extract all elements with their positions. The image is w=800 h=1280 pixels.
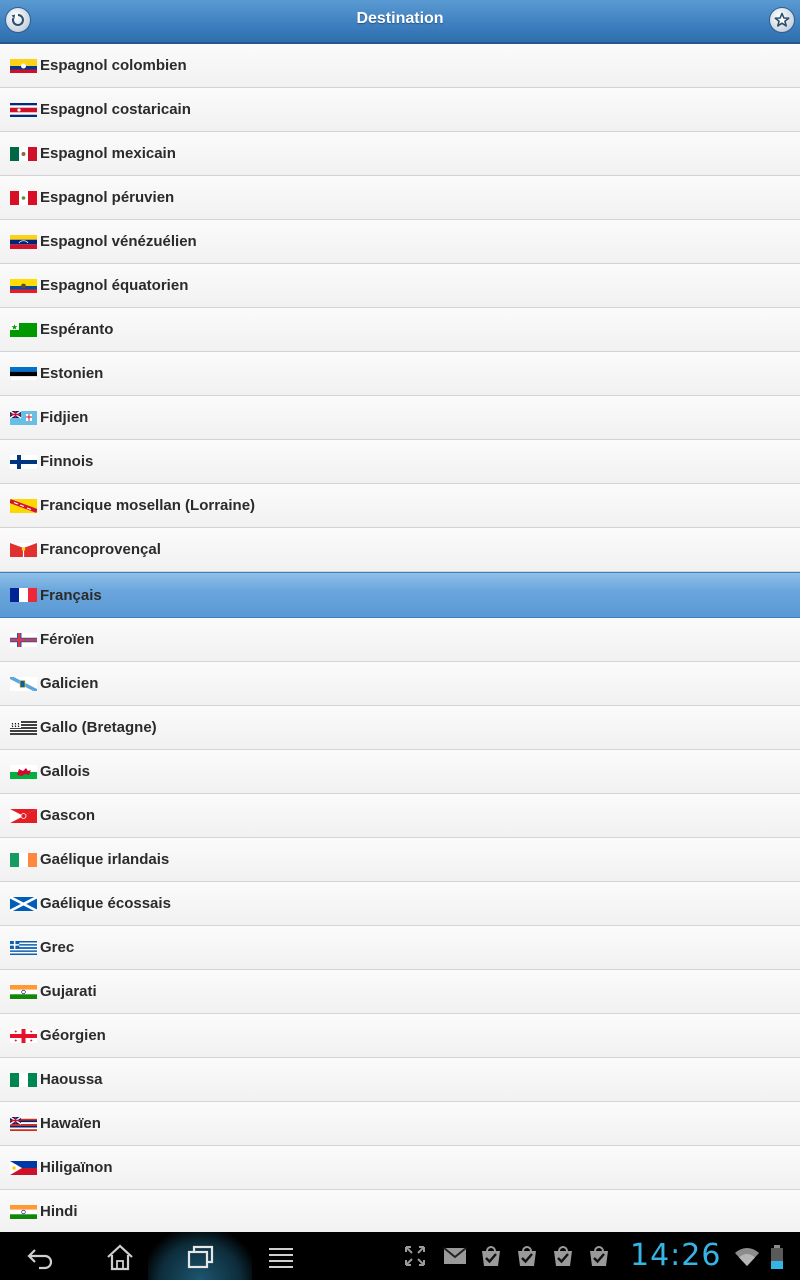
list-item[interactable]: Géorgien bbox=[0, 1014, 800, 1058]
language-label: Gallo (Bretagne) bbox=[40, 719, 157, 736]
nigeria-flag-icon bbox=[10, 1072, 37, 1087]
list-item[interactable]: Fidjien bbox=[0, 396, 800, 440]
scotland-flag-icon bbox=[10, 896, 37, 911]
page-title: Destination bbox=[356, 10, 444, 27]
expand-icon[interactable] bbox=[403, 1244, 427, 1268]
language-label: Gaélique écossais bbox=[40, 895, 171, 912]
language-label: Grec bbox=[40, 939, 75, 956]
recent-apps-icon[interactable] bbox=[185, 1242, 215, 1272]
list-item[interactable]: Gujarati bbox=[0, 970, 800, 1014]
list-item[interactable]: Espagnol équatorien bbox=[0, 264, 800, 308]
list-item[interactable]: Hawaïen bbox=[0, 1102, 800, 1146]
list-item[interactable]: Francique mosellan (Lorraine) bbox=[0, 484, 800, 528]
list-item[interactable]: Gallo (Bretagne) bbox=[0, 706, 800, 750]
hawaii-flag-icon bbox=[10, 1116, 37, 1131]
list-item[interactable]: Espagnol vénézuélien bbox=[0, 220, 800, 264]
list-item[interactable]: Galicien bbox=[0, 662, 800, 706]
ecuador-flag-icon bbox=[10, 278, 37, 293]
language-label: Gascon bbox=[40, 807, 96, 824]
colombia-flag-icon bbox=[10, 58, 37, 73]
india-flag-icon bbox=[10, 1204, 37, 1219]
language-label: Finnois bbox=[40, 453, 94, 470]
list-item[interactable]: Gaélique écossais bbox=[0, 882, 800, 926]
list-item[interactable]: Espagnol costaricain bbox=[0, 88, 800, 132]
list-item[interactable]: Espagnol colombien bbox=[0, 44, 800, 88]
greece-flag-icon bbox=[10, 940, 37, 955]
language-label: Féroïen bbox=[40, 631, 95, 648]
list-item[interactable]: Gallois bbox=[0, 750, 800, 794]
language-label: Haoussa bbox=[40, 1071, 103, 1088]
battery-icon bbox=[764, 1244, 790, 1270]
georgia-flag-icon bbox=[10, 1028, 37, 1043]
list-item[interactable]: Espagnol péruvien bbox=[0, 176, 800, 220]
list-item[interactable]: Grec bbox=[0, 926, 800, 970]
list-item[interactable]: Estonien bbox=[0, 352, 800, 396]
philippines-flag-icon bbox=[10, 1160, 37, 1175]
language-label: Espagnol mexicain bbox=[40, 145, 176, 162]
list-item[interactable]: Féroïen bbox=[0, 618, 800, 662]
system-navigation-bar: 14:26 bbox=[0, 1232, 800, 1280]
language-label: Espagnol péruvien bbox=[40, 189, 175, 206]
language-label: Hindi bbox=[40, 1203, 78, 1220]
ireland-flag-icon bbox=[10, 852, 37, 867]
lorraine-flag-icon bbox=[10, 498, 37, 513]
france-flag-icon bbox=[10, 588, 37, 602]
language-label: Espéranto bbox=[40, 321, 114, 338]
list-item[interactable]: Gaélique irlandais bbox=[0, 838, 800, 882]
language-label: Hiligaïnon bbox=[40, 1159, 113, 1176]
language-label: Espagnol costaricain bbox=[40, 101, 191, 118]
clock[interactable]: 14:26 bbox=[630, 1236, 734, 1276]
language-label: Espagnol équatorien bbox=[40, 277, 189, 294]
galicia-flag-icon bbox=[10, 676, 37, 691]
language-label: Hawaïen bbox=[40, 1115, 101, 1132]
list-item[interactable]: Francoprovençal bbox=[0, 528, 800, 572]
list-item[interactable]: Gascon bbox=[0, 794, 800, 838]
list-item[interactable]: Finnois bbox=[0, 440, 800, 484]
language-label: Gujarati bbox=[40, 983, 97, 1000]
language-list[interactable]: Espagnol colombien Espagnol costaricain Es… bbox=[0, 44, 800, 1232]
fiji-flag-icon bbox=[10, 410, 37, 425]
list-item[interactable]: Haoussa bbox=[0, 1058, 800, 1102]
back-nav-icon[interactable] bbox=[25, 1242, 55, 1272]
language-label: Fidjien bbox=[40, 409, 89, 426]
wales-flag-icon bbox=[10, 764, 37, 779]
language-label: Espagnol colombien bbox=[40, 57, 187, 74]
gmail-icon[interactable] bbox=[443, 1244, 467, 1268]
list-item[interactable]: Espéranto bbox=[0, 308, 800, 352]
language-label: Géorgien bbox=[40, 1027, 106, 1044]
language-label: Espagnol vénézuélien bbox=[40, 233, 197, 250]
language-label: Galicien bbox=[40, 675, 99, 692]
list-item-selected[interactable]: Français bbox=[0, 572, 800, 618]
market-icon[interactable] bbox=[587, 1244, 611, 1268]
language-label: Francoprovençal bbox=[40, 541, 161, 558]
language-label: Gaélique irlandais bbox=[40, 851, 170, 868]
brittany-flag-icon bbox=[10, 720, 37, 735]
language-label: Gallois bbox=[40, 763, 91, 780]
list-item[interactable]: Espagnol mexicain bbox=[0, 132, 800, 176]
esperanto-flag-icon bbox=[10, 322, 37, 337]
language-label: Francique mosellan (Lorraine) bbox=[40, 497, 256, 514]
list-item[interactable]: Hindi bbox=[0, 1190, 800, 1232]
mexico-flag-icon bbox=[10, 146, 37, 161]
wifi-icon bbox=[734, 1244, 760, 1270]
list-item[interactable]: Hiligaïnon bbox=[0, 1146, 800, 1190]
peru-flag-icon bbox=[10, 190, 37, 205]
estonia-flag-icon bbox=[10, 366, 37, 381]
venezuela-flag-icon bbox=[10, 234, 37, 249]
language-label: Français bbox=[40, 586, 102, 604]
arpitan-flag-icon bbox=[10, 542, 37, 557]
market-icon[interactable] bbox=[479, 1244, 503, 1268]
finland-flag-icon bbox=[10, 454, 37, 469]
costa-rica-flag-icon bbox=[10, 102, 37, 117]
faroe-flag-icon bbox=[10, 632, 37, 647]
language-label: Estonien bbox=[40, 365, 104, 382]
market-icon[interactable] bbox=[551, 1244, 575, 1268]
market-icon[interactable] bbox=[515, 1244, 539, 1268]
title-bar: Destination bbox=[0, 0, 800, 44]
gascony-flag-icon bbox=[10, 808, 37, 823]
home-icon[interactable] bbox=[105, 1242, 135, 1272]
india-flag-icon bbox=[10, 984, 37, 999]
star-icon[interactable] bbox=[769, 7, 795, 33]
menu-icon[interactable] bbox=[266, 1242, 296, 1272]
